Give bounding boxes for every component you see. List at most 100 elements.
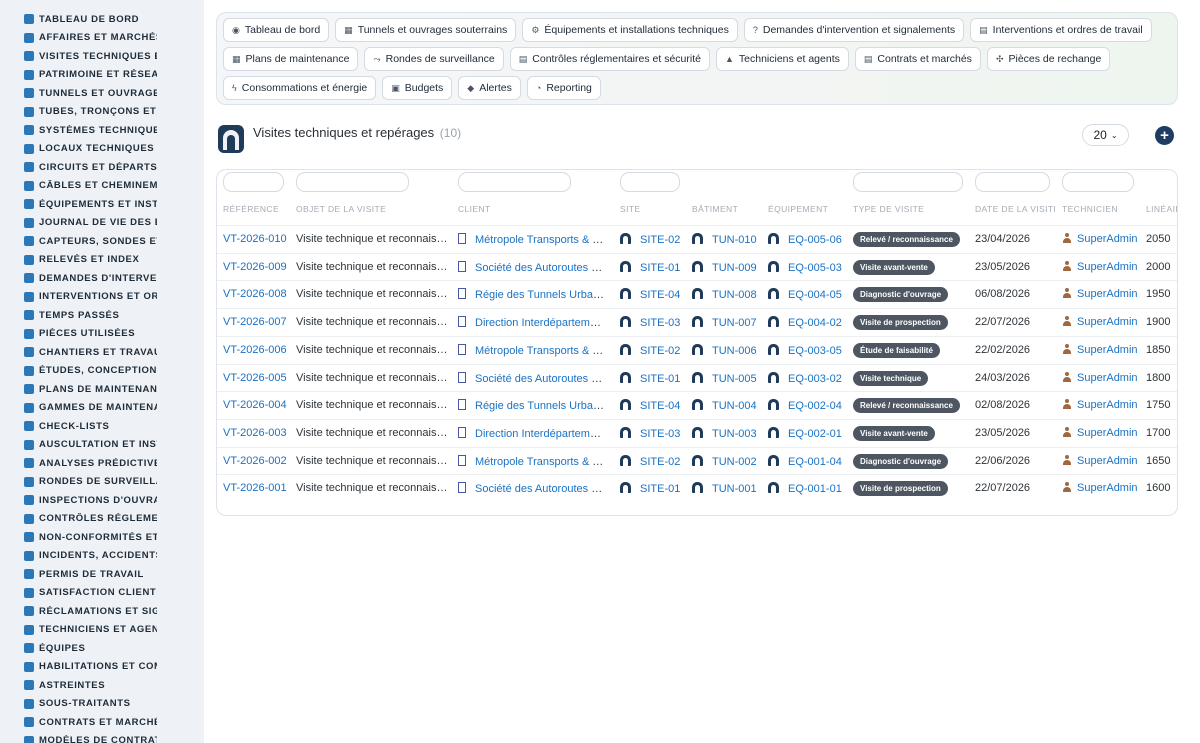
table-row[interactable]: VT-2026-001 Visite technique et reconnais…: [217, 474, 1177, 502]
sidebar-item[interactable]: ÉTUDES, CONCEPTION ET EXPERTISES: [0, 362, 204, 381]
filter-reference-input[interactable]: [223, 172, 284, 192]
table-row[interactable]: VT-2026-003 Visite technique et reconnais…: [217, 418, 1177, 447]
cell-site-link[interactable]: SITE-02: [640, 456, 680, 468]
cell-site-link[interactable]: SITE-01: [640, 483, 680, 495]
table-row[interactable]: VT-2026-009 Visite technique et reconnais…: [217, 252, 1177, 281]
sidebar-item[interactable]: CONTRÔLES RÉGLEMENTAIRES: [0, 510, 204, 529]
cell-equipement-link[interactable]: EQ-005-06: [788, 234, 842, 246]
cell-batiment-link[interactable]: TUN-003: [712, 428, 757, 440]
cell-client-link[interactable]: Métropole Transports & Tunnels: [475, 345, 606, 357]
cell-site-link[interactable]: SITE-01: [640, 373, 680, 385]
cell-equipement-link[interactable]: EQ-001-04: [788, 456, 842, 468]
sidebar-item[interactable]: GAMMES DE MAINTENANCE: [0, 399, 204, 418]
nav-button[interactable]: ⤳ Rondes de surveillance: [364, 47, 504, 71]
filter-site-input[interactable]: [620, 172, 680, 192]
nav-button[interactable]: ◆ Alertes: [458, 76, 521, 100]
cell-ref-link[interactable]: VT-2026-007: [223, 316, 287, 328]
cell-client-link[interactable]: Métropole Transports & Tunnels: [475, 234, 606, 246]
sidebar-item[interactable]: DEMANDES D'INTERVENTION: [0, 269, 204, 288]
table-row[interactable]: VT-2026-004 Visite technique et reconnais…: [217, 391, 1177, 419]
cell-technicien-link[interactable]: SuperAdmin: [1077, 288, 1138, 300]
cell-site-link[interactable]: SITE-01: [640, 262, 680, 274]
cell-ref-link[interactable]: VT-2026-009: [223, 261, 287, 273]
cell-batiment-link[interactable]: TUN-004: [712, 400, 757, 412]
table-row[interactable]: VT-2026-002 Visite technique et reconnais…: [217, 446, 1177, 475]
nav-button[interactable]: ▦ Plans de maintenance: [223, 47, 359, 71]
sidebar-item[interactable]: CONTRATS ET MARCHÉS: [0, 713, 204, 732]
cell-ref-link[interactable]: VT-2026-010: [223, 233, 287, 245]
sidebar-item[interactable]: RELEVÉS ET INDEX: [0, 251, 204, 270]
sidebar-item[interactable]: ÉQUIPES: [0, 639, 204, 658]
sidebar-item[interactable]: PLANS DE MAINTENANCE: [0, 380, 204, 399]
cell-client-link[interactable]: Société des Autoroutes du Sud: [475, 483, 606, 495]
column-header[interactable]: TECHNICIEN: [1062, 204, 1140, 214]
filter-date-input[interactable]: [975, 172, 1050, 192]
cell-batiment-link[interactable]: TUN-002: [712, 456, 757, 468]
cell-ref-link[interactable]: VT-2026-001: [223, 482, 287, 494]
cell-client-link[interactable]: Direction Interdépartementale des Routes: [475, 428, 606, 440]
nav-button[interactable]: ▤ Contrôles réglementaires et sécurité: [509, 47, 710, 71]
column-header[interactable]: TYPE DE VISITE: [853, 204, 968, 214]
cell-site-link[interactable]: SITE-04: [640, 400, 680, 412]
cell-batiment-link[interactable]: TUN-006: [712, 345, 757, 357]
nav-button[interactable]: ? Demandes d'intervention et signalements: [743, 18, 965, 42]
sidebar-item[interactable]: ÉQUIPEMENTS ET INSTALLATIONS: [0, 195, 204, 214]
cell-equipement-link[interactable]: EQ-002-04: [788, 400, 842, 412]
cell-client-link[interactable]: Régie des Tunnels Urbains: [475, 289, 606, 301]
sidebar-item[interactable]: TEMPS PASSÉS: [0, 306, 204, 325]
cell-site-link[interactable]: SITE-03: [640, 428, 680, 440]
filter-technicien-input[interactable]: [1062, 172, 1134, 192]
cell-equipement-link[interactable]: EQ-004-02: [788, 317, 842, 329]
cell-ref-link[interactable]: VT-2026-003: [223, 427, 287, 439]
cell-batiment-link[interactable]: TUN-001: [712, 483, 757, 495]
sidebar-item[interactable]: SATISFACTION CLIENT: [0, 584, 204, 603]
nav-button[interactable]: ◔ Reporting: [526, 76, 601, 100]
column-header[interactable]: OBJET DE LA VISITE: [296, 204, 451, 214]
filter-client-input[interactable]: [458, 172, 571, 192]
cell-client-link[interactable]: Société des Autoroutes du Sud: [475, 373, 606, 385]
cell-technicien-link[interactable]: SuperAdmin: [1077, 372, 1138, 384]
nav-button[interactable]: ✣ Pièces de rechange: [986, 47, 1111, 71]
cell-ref-link[interactable]: VT-2026-004: [223, 399, 287, 411]
cell-equipement-link[interactable]: EQ-003-05: [788, 345, 842, 357]
table-row[interactable]: VT-2026-008 Visite technique et reconnais…: [217, 280, 1177, 308]
sidebar-item[interactable]: CÂBLES ET CHEMINEMENTS: [0, 177, 204, 196]
sidebar-item[interactable]: PATRIMOINE ET RÉSEAUX: [0, 66, 204, 85]
cell-ref-link[interactable]: VT-2026-006: [223, 344, 287, 356]
cell-client-link[interactable]: Métropole Transports & Tunnels: [475, 456, 606, 468]
nav-button[interactable]: ⚙ Équipements et installations techniques: [522, 18, 738, 42]
sidebar-item[interactable]: CIRCUITS ET DÉPARTS ÉLECTRIQUES: [0, 158, 204, 177]
column-header[interactable]: RÉFÉRENCE: [223, 204, 293, 214]
sidebar-item[interactable]: CHANTIERS ET TRAVAUX: [0, 343, 204, 362]
sidebar-item[interactable]: SYSTÈMES TECHNIQUES: [0, 121, 204, 140]
table-row[interactable]: VT-2026-010 Visite technique et reconnais…: [217, 225, 1177, 253]
cell-ref-link[interactable]: VT-2026-005: [223, 372, 287, 384]
cell-client-link[interactable]: Société des Autoroutes du Sud: [475, 262, 606, 274]
sidebar-item[interactable]: TABLEAU DE BORD: [0, 10, 204, 29]
cell-site-link[interactable]: SITE-03: [640, 317, 680, 329]
sidebar-item[interactable]: ASTREINTES: [0, 676, 204, 695]
cell-ref-link[interactable]: VT-2026-008: [223, 288, 287, 300]
sidebar-item[interactable]: INCIDENTS, ACCIDENTS ET ÉVÉNEMENTS: [0, 547, 204, 566]
table-row[interactable]: VT-2026-007 Visite technique et reconnais…: [217, 308, 1177, 336]
cell-technicien-link[interactable]: SuperAdmin: [1077, 344, 1138, 356]
cell-technicien-link[interactable]: SuperAdmin: [1077, 482, 1138, 494]
sidebar-item[interactable]: INTERVENTIONS ET ORDRES DE TRAVAIL: [0, 288, 204, 307]
sidebar-item[interactable]: CHECK-LISTS: [0, 417, 204, 436]
column-header[interactable]: ÉQUIPEMENT: [768, 204, 848, 214]
sidebar-item[interactable]: RÉCLAMATIONS ET SIGNALEMENTS: [0, 602, 204, 621]
sidebar-item[interactable]: PIÈCES UTILISÉES: [0, 325, 204, 344]
cell-technicien-link[interactable]: SuperAdmin: [1077, 399, 1138, 411]
cell-ref-link[interactable]: VT-2026-002: [223, 455, 287, 467]
column-header[interactable]: CLIENT: [458, 204, 613, 214]
cell-site-link[interactable]: SITE-02: [640, 234, 680, 246]
sidebar-item[interactable]: AFFAIRES ET MARCHÉS: [0, 29, 204, 48]
cell-technicien-link[interactable]: SuperAdmin: [1077, 427, 1138, 439]
sidebar-item[interactable]: TUNNELS ET OUVRAGES: [0, 84, 204, 103]
sidebar-item[interactable]: NON-CONFORMITÉS ET ANOMALIES: [0, 528, 204, 547]
nav-button[interactable]: ◉ Tableau de bord: [223, 18, 330, 42]
column-header[interactable]: DATE DE LA VISITE: [975, 204, 1055, 214]
sidebar-item[interactable]: ANALYSES PRÉDICTIVES: [0, 454, 204, 473]
cell-equipement-link[interactable]: EQ-002-01: [788, 428, 842, 440]
sidebar-item[interactable]: TUBES, TRONÇONS ET ZONES: [0, 103, 204, 122]
